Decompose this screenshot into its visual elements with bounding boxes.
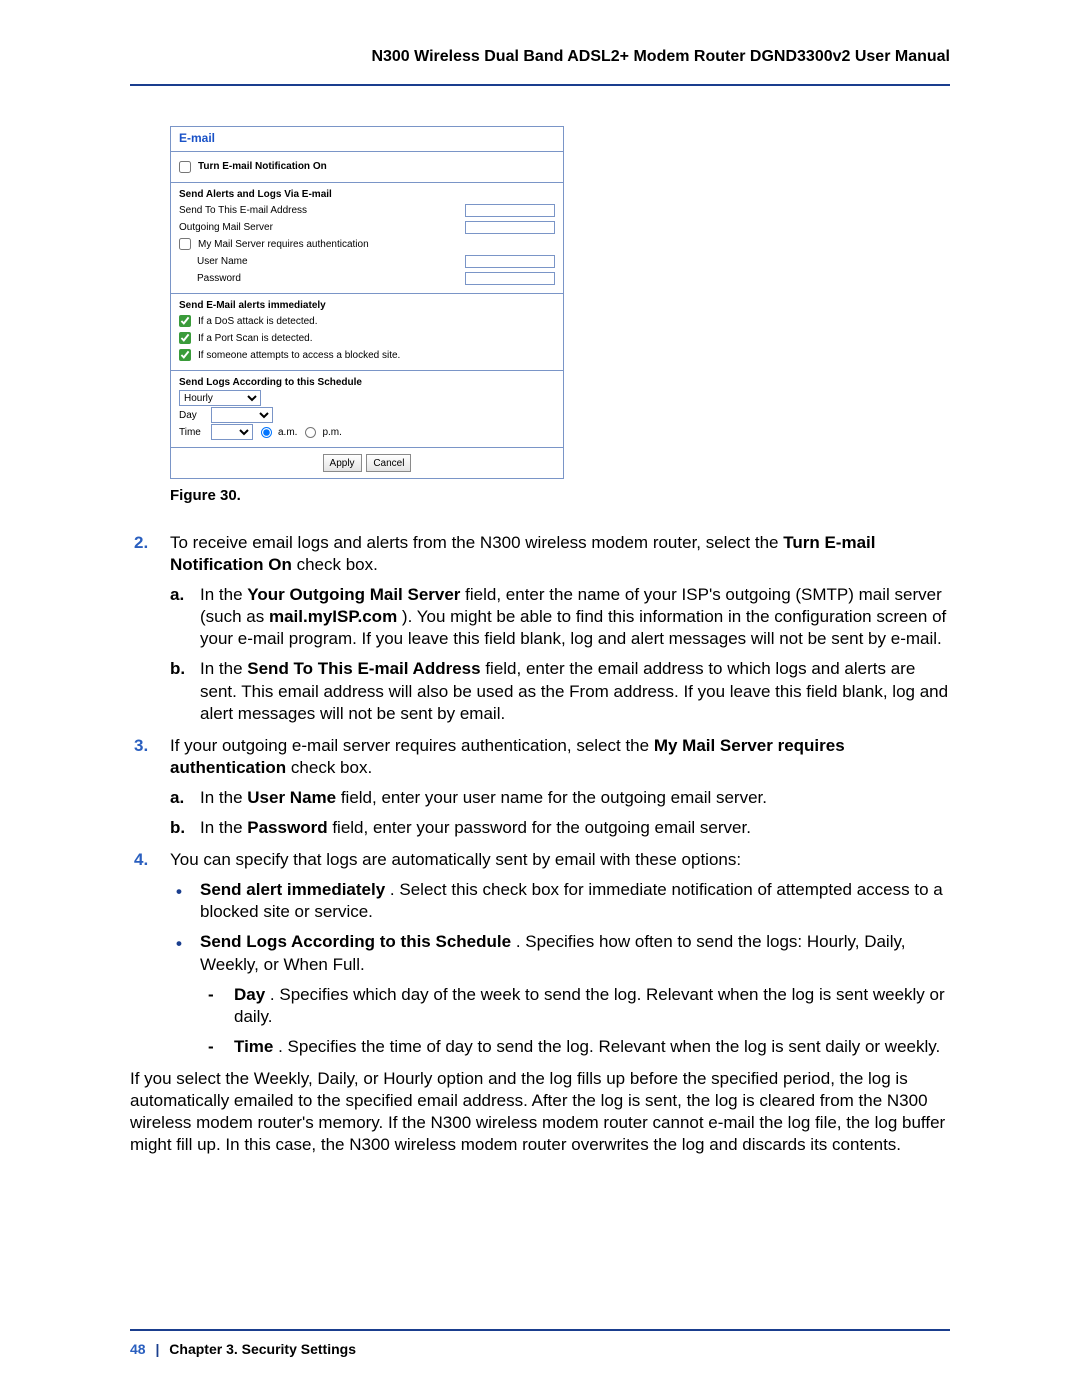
- trailing-paragraph: If you select the Weekly, Daily, or Hour…: [130, 1068, 950, 1156]
- step-marker: b.: [170, 817, 185, 839]
- apply-button[interactable]: Apply: [323, 454, 362, 472]
- text: In the: [200, 788, 247, 807]
- password-label: Password: [197, 273, 241, 284]
- page-number: 48: [130, 1341, 146, 1357]
- text: In the: [200, 585, 247, 604]
- step-marker: 2.: [134, 532, 148, 554]
- alert-blocked-checkbox[interactable]: [179, 349, 191, 361]
- text: . Specifies which day of the week to sen…: [234, 985, 945, 1026]
- smtp-label: Outgoing Mail Server: [179, 222, 273, 233]
- sendto-label: Send To This E-mail Address: [179, 205, 307, 216]
- list-item: 4. You can specify that logs are automat…: [130, 849, 950, 1058]
- email-settings-panel: E-mail Turn E-mail Notification On Send …: [170, 126, 564, 479]
- step-marker: a.: [170, 584, 184, 606]
- text: check box.: [291, 758, 372, 777]
- header-rule: [130, 84, 950, 86]
- list-item: b. In the Send To This E-mail Address fi…: [170, 658, 950, 724]
- schedule-select[interactable]: Hourly: [179, 390, 261, 406]
- am-radio[interactable]: [261, 427, 272, 438]
- password-input[interactable]: [465, 272, 555, 285]
- turn-email-notif-checkbox[interactable]: [179, 161, 191, 173]
- alert-dos-checkbox[interactable]: [179, 315, 191, 327]
- list-item: 3. If your outgoing e-mail server requir…: [130, 735, 950, 839]
- section-head: Send Logs According to this Schedule: [179, 377, 555, 388]
- list-item: - Day . Specifies which day of the week …: [200, 984, 950, 1028]
- text: . Specifies the time of day to send the …: [278, 1037, 940, 1056]
- text: Day: [234, 985, 265, 1004]
- time-label: Time: [179, 427, 207, 438]
- list-item: a. In the User Name field, enter your us…: [170, 787, 950, 809]
- pm-radio[interactable]: [305, 427, 316, 438]
- list-item: • Send Logs According to this Schedule .…: [170, 931, 950, 1057]
- pm-label: p.m.: [322, 427, 341, 438]
- text: In the: [200, 818, 247, 837]
- body-content: 2. To receive email logs and alerts from…: [130, 532, 950, 1156]
- day-label: Day: [179, 410, 207, 421]
- dash-icon: -: [208, 984, 214, 1006]
- username-label: User Name: [197, 256, 248, 267]
- bullet-icon: •: [176, 881, 182, 903]
- footer-rule: [130, 1329, 950, 1331]
- step-marker: 4.: [134, 849, 148, 871]
- text: Your Outgoing Mail Server: [247, 585, 460, 604]
- text: Password: [247, 818, 327, 837]
- text: field, enter your user name for the outg…: [341, 788, 767, 807]
- text: If your outgoing e-mail server requires …: [170, 736, 654, 755]
- chapter-label: Chapter 3. Security Settings: [169, 1341, 356, 1357]
- panel-title: E-mail: [171, 127, 563, 151]
- list-item: b. In the Password field, enter your pas…: [170, 817, 950, 839]
- smtp-input[interactable]: [465, 221, 555, 234]
- sendto-input[interactable]: [465, 204, 555, 217]
- auth-required-label: My Mail Server requires authentication: [198, 239, 369, 250]
- list-item: 2. To receive email logs and alerts from…: [130, 532, 950, 725]
- alert-blocked-label: If someone attempts to access a blocked …: [198, 350, 400, 361]
- list-item: - Time . Specifies the time of day to se…: [200, 1036, 950, 1058]
- cancel-button[interactable]: Cancel: [366, 454, 411, 472]
- text: In the: [200, 659, 247, 678]
- section-head: Send E-Mail alerts immediately: [179, 300, 555, 311]
- auth-required-checkbox[interactable]: [179, 238, 191, 250]
- dash-icon: -: [208, 1036, 214, 1058]
- step-marker: 3.: [134, 735, 148, 757]
- step-marker: b.: [170, 658, 185, 680]
- page-header: N300 Wireless Dual Band ADSL2+ Modem Rou…: [130, 48, 950, 66]
- text: mail.myISP.com: [269, 607, 397, 626]
- text: check box.: [297, 555, 378, 574]
- step-marker: a.: [170, 787, 184, 809]
- text: To receive email logs and alerts from th…: [170, 533, 783, 552]
- section-head: Send Alerts and Logs Via E-mail: [179, 189, 555, 200]
- time-select[interactable]: [211, 424, 253, 440]
- figure-caption: Figure 30.: [170, 487, 950, 504]
- list-item: • Send alert immediately . Select this c…: [170, 879, 950, 923]
- alert-portscan-label: If a Port Scan is detected.: [198, 333, 313, 344]
- page-footer: 48 | Chapter 3. Security Settings: [130, 1341, 356, 1357]
- am-label: a.m.: [278, 427, 297, 438]
- alert-portscan-checkbox[interactable]: [179, 332, 191, 344]
- text: Time: [234, 1037, 273, 1056]
- bullet-icon: •: [176, 933, 182, 955]
- footer-separator: |: [155, 1341, 159, 1357]
- alert-dos-label: If a DoS attack is detected.: [198, 316, 318, 327]
- day-select[interactable]: [211, 407, 273, 423]
- text: Send Logs According to this Schedule: [200, 932, 511, 951]
- text: You can specify that logs are automatica…: [170, 849, 950, 871]
- text: User Name: [247, 788, 336, 807]
- username-input[interactable]: [465, 255, 555, 268]
- text: Send To This E-mail Address: [247, 659, 480, 678]
- turn-email-notif-label: Turn E-mail Notification On: [198, 161, 327, 172]
- text: Send alert immediately: [200, 880, 385, 899]
- text: field, enter your password for the outgo…: [332, 818, 751, 837]
- list-item: a. In the Your Outgoing Mail Server fiel…: [170, 584, 950, 650]
